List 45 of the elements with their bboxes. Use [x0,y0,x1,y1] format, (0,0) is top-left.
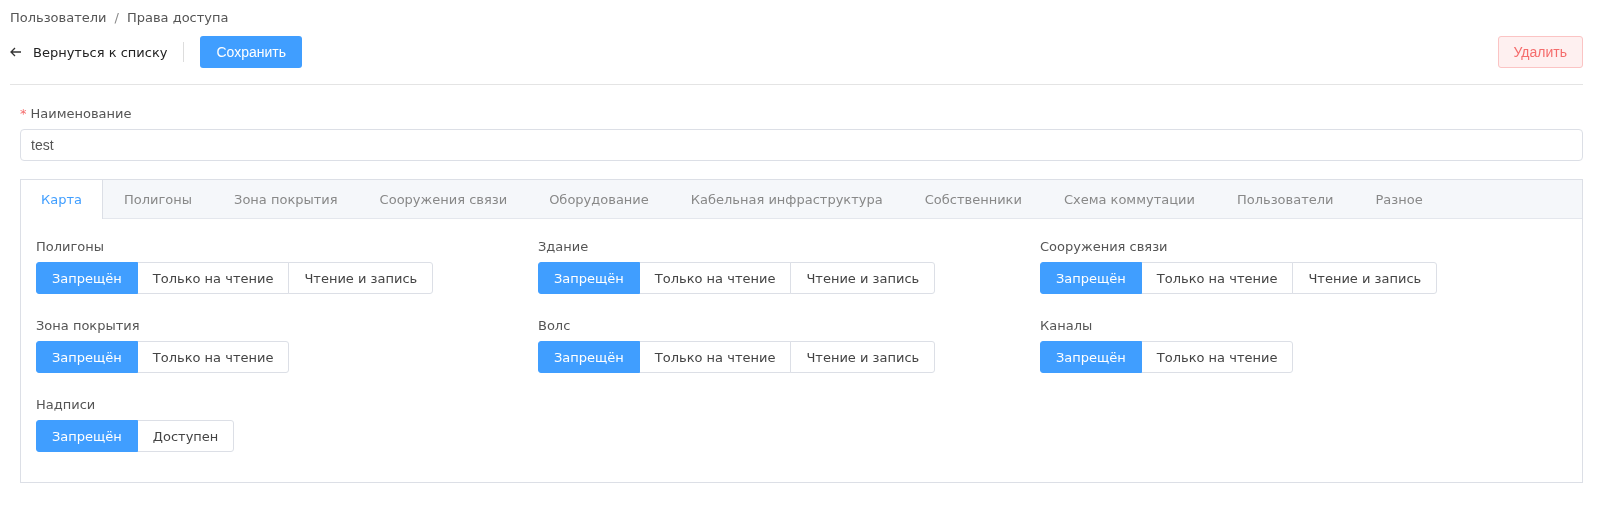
permission-label: Надписи [36,397,97,412]
delete-button[interactable]: Удалить [1497,36,1583,68]
segment-option[interactable]: Только на чтение [136,341,290,373]
arrow-left-icon [10,47,22,57]
tab[interactable]: Зона покрытия [213,180,359,219]
segment-option[interactable]: Только на чтение [638,262,792,294]
breadcrumb-item[interactable]: Пользователи [10,9,107,25]
segment-option[interactable]: Запрещён [538,341,640,373]
tab[interactable]: Пользователи [1215,180,1355,219]
breadcrumb-item: Права доступа [126,9,229,25]
permission-label: Волс [538,318,572,333]
segment-option[interactable]: Запрещён [36,262,138,294]
permission-label: Полигоны [36,239,106,254]
permission-label: Здание [538,239,590,254]
segment-option[interactable]: Только на чтение [638,341,792,373]
segment-option[interactable]: Чтение и запись [790,262,936,294]
name-input-field[interactable]: test [20,129,1583,161]
back-button[interactable]: Вернуться к списку [10,44,168,60]
tab[interactable]: Полигоны [103,180,214,219]
permission-label: Сооружения связи [1040,239,1169,254]
permission-label: Зона покрытия [36,318,141,333]
required-mark: * [20,105,27,121]
segment-option[interactable]: Чтение и запись [790,341,936,373]
tab[interactable]: Оборудование [528,180,670,219]
segment-option[interactable]: Чтение и запись [288,262,434,294]
field-label: Наименование [30,105,132,121]
segment-option[interactable]: Чтение и запись [1292,262,1438,294]
segment-option[interactable]: Запрещён [1040,262,1142,294]
tab[interactable]: Собственники [903,180,1043,219]
breadcrumb-separator: / [114,9,119,25]
save-button[interactable]: Сохранить [200,36,303,68]
segment-option[interactable]: Только на чтение [1140,262,1294,294]
segment-option[interactable]: Только на чтение [136,262,290,294]
segment-option[interactable]: Запрещён [36,420,138,452]
tab[interactable]: Карта [21,180,103,219]
segment-option[interactable]: Только на чтение [1140,341,1294,373]
segment-option[interactable]: Запрещён [36,341,138,373]
segment-option[interactable]: Доступен [136,420,235,452]
permission-label: Каналы [1040,318,1094,333]
segment-option[interactable]: Запрещён [538,262,640,294]
tab[interactable]: Сооружения связи [358,180,529,219]
tab[interactable]: Схема коммутации [1042,180,1216,219]
tab[interactable]: Кабельная инфраструктура [669,180,904,219]
tab[interactable]: Разное [1354,180,1444,219]
segment-option[interactable]: Запрещён [1040,341,1142,373]
